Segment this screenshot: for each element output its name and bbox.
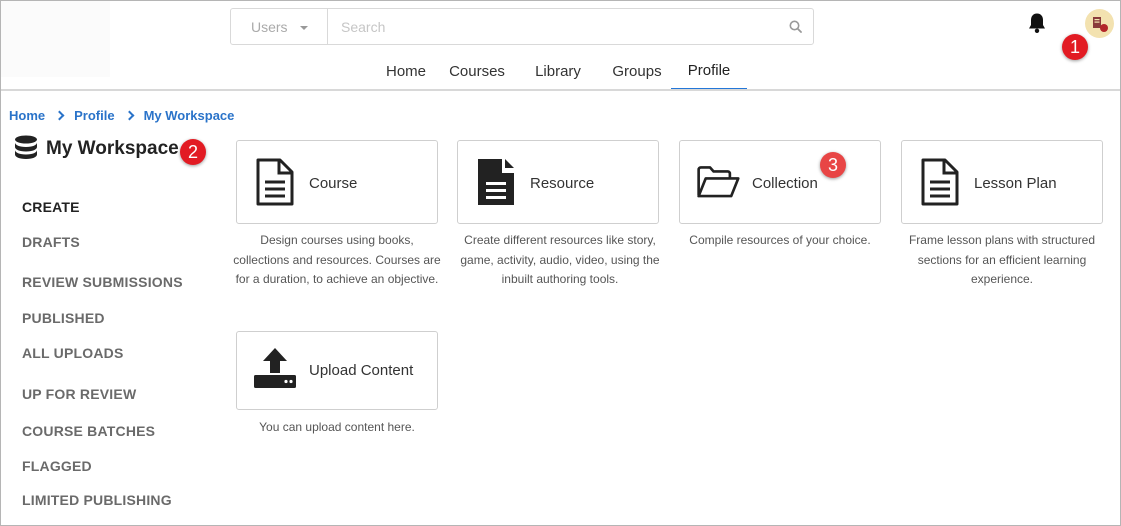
workspace-title: My Workspace [46,137,179,159]
card-description-resource: Create different resources like story, g… [460,233,660,286]
nav-profile[interactable]: Profile [671,52,747,90]
breadcrumb-home[interactable]: Home [9,108,45,123]
card-label-collection: Collection [752,174,818,192]
sidebar-item-limited-publishing[interactable]: LIMITED PUBLISHING [22,492,172,508]
chevron-right-icon [124,110,135,121]
avatar-image-icon [1092,16,1108,32]
card-label-upload-content: Upload Content [309,362,414,379]
database-icon [15,135,37,159]
card-label-lesson-plan: Lesson Plan [974,174,1057,192]
card-label-course: Course [309,174,358,192]
search-icon [789,20,802,33]
sidebar-item-all-uploads[interactable]: ALL UPLOADS [22,345,124,361]
notification-button[interactable] [1027,12,1047,34]
page-title: My Workspace [14,135,179,162]
sidebar-item-review-submissions[interactable]: REVIEW SUBMISSIONS [22,274,183,290]
card-description-course: Design courses using books, collections … [233,233,441,286]
sidebar-item-published[interactable]: PUBLISHED [22,310,105,326]
create-card-upload-content[interactable]: Upload Content [236,331,438,410]
nav-courses[interactable]: Courses [444,52,510,90]
bell-icon [1029,13,1045,33]
sidebar-item-drafts[interactable]: DRAFTS [22,234,80,250]
folder-open-icon [696,157,740,207]
sidebar-item-course-batches[interactable]: COURSE BATCHES [22,423,155,439]
upload-icon [251,344,299,392]
search-bar: Users [230,8,814,45]
create-card-course[interactable]: Course [236,140,438,224]
sidebar-item-flagged[interactable]: FLAGGED [22,458,92,474]
step-marker-2: 2 [180,139,206,165]
breadcrumb: Home Profile My Workspace [9,108,234,123]
user-avatar[interactable] [1085,9,1114,38]
create-card-lesson-plan[interactable]: Lesson Plan [901,140,1103,224]
document-outline-icon [918,157,962,207]
sidebar-item-up-for-review[interactable]: UP FOR REVIEW [22,386,136,402]
nav-groups[interactable]: Groups [603,52,671,90]
card-description-collection: Compile resources of your choice. [689,233,871,247]
card-description-lesson-plan: Frame lesson plans with structured secti… [908,233,1096,286]
create-card-collection[interactable]: Collection [679,140,881,224]
main-nav: Home Courses Library Groups Profile [0,52,1121,90]
document-filled-icon [474,157,518,207]
card-label-resource: Resource [530,174,595,192]
search-input[interactable] [328,9,777,44]
nav-home[interactable]: Home [376,52,436,90]
document-outline-icon [253,157,297,207]
create-card-resource[interactable]: Resource [457,140,659,224]
header-divider [1,89,1120,91]
sidebar-item-create[interactable]: CREATE [22,199,80,215]
search-scope-label: Users [251,18,288,35]
step-marker-3: 3 [820,152,846,178]
card-description-upload-content: You can upload content here. [259,420,415,434]
chevron-right-icon [54,110,65,121]
caret-down-icon [299,26,308,30]
search-scope-dropdown[interactable]: Users [231,9,328,44]
breadcrumb-profile[interactable]: Profile [74,108,114,123]
nav-library[interactable]: Library [525,52,591,90]
breadcrumb-my-workspace[interactable]: My Workspace [144,108,235,123]
search-button[interactable] [777,9,813,44]
